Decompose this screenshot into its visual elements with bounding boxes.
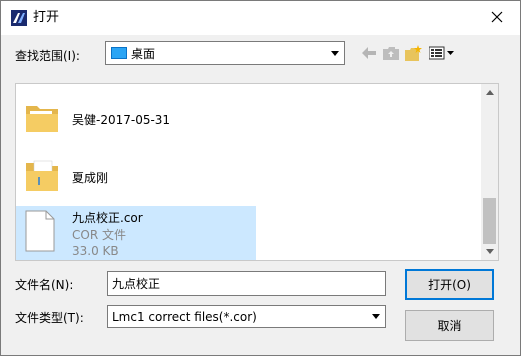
file-list[interactable]: 吴健-2017-05-31 夏成刚 九点校正.cor COR 文件 33.0 K…: [15, 83, 499, 261]
open-file-dialog: 打开 查找范围(I): 桌面 吴健-2017-05-31 夏成刚 九点校正.co…: [0, 0, 521, 356]
filetype-label: 文件类型(T):: [15, 311, 84, 325]
list-item-selected[interactable]: 九点校正.cor COR 文件 33.0 KB: [16, 206, 256, 260]
close-icon: [491, 11, 503, 26]
view-menu-icon[interactable]: [428, 43, 456, 63]
back-icon[interactable]: [361, 43, 377, 63]
filename-input[interactable]: 九点校正: [107, 271, 386, 296]
cancel-button-label: 取消: [437, 319, 462, 333]
app-icon: [11, 10, 27, 26]
folder-icon: [24, 157, 60, 198]
cancel-button[interactable]: 取消: [405, 310, 494, 341]
vertical-scrollbar[interactable]: [481, 84, 498, 260]
scroll-thumb[interactable]: [483, 198, 496, 244]
file-name: 九点校正.cor: [72, 211, 143, 225]
list-item[interactable]: 夏成刚: [16, 150, 256, 202]
up-folder-icon[interactable]: [382, 43, 400, 63]
lookin-value: 桌面: [131, 47, 156, 61]
open-button[interactable]: 打开(O): [405, 269, 494, 300]
scroll-up-icon[interactable]: [481, 84, 498, 101]
new-folder-icon[interactable]: [405, 43, 423, 63]
file-type: COR 文件: [72, 228, 126, 242]
document-icon: [25, 210, 55, 255]
close-button[interactable]: [474, 1, 520, 35]
chevron-down-icon[interactable]: [367, 306, 385, 327]
filetype-select[interactable]: Lmc1 correct files(*.cor): [107, 305, 386, 328]
filename-value: 九点校正: [112, 277, 161, 291]
desktop-icon: [111, 47, 127, 59]
file-name: 吴健-2017-05-31: [72, 113, 171, 127]
dialog-title: 打开: [33, 10, 60, 25]
scroll-down-icon[interactable]: [481, 243, 498, 260]
open-button-label: 打开(O): [428, 278, 471, 292]
lookin-label: 查找范围(I):: [15, 49, 80, 63]
file-name: 夏成刚: [72, 171, 109, 185]
folder-icon: [24, 100, 60, 139]
filename-label: 文件名(N):: [15, 278, 74, 292]
filetype-value: Lmc1 correct files(*.cor): [112, 310, 257, 324]
chevron-down-icon[interactable]: [326, 42, 344, 64]
lookin-dropdown[interactable]: 桌面: [105, 41, 345, 65]
title-bar: 打开: [1, 1, 520, 35]
file-size: 33.0 KB: [72, 244, 119, 258]
list-item[interactable]: 吴健-2017-05-31: [16, 94, 256, 144]
